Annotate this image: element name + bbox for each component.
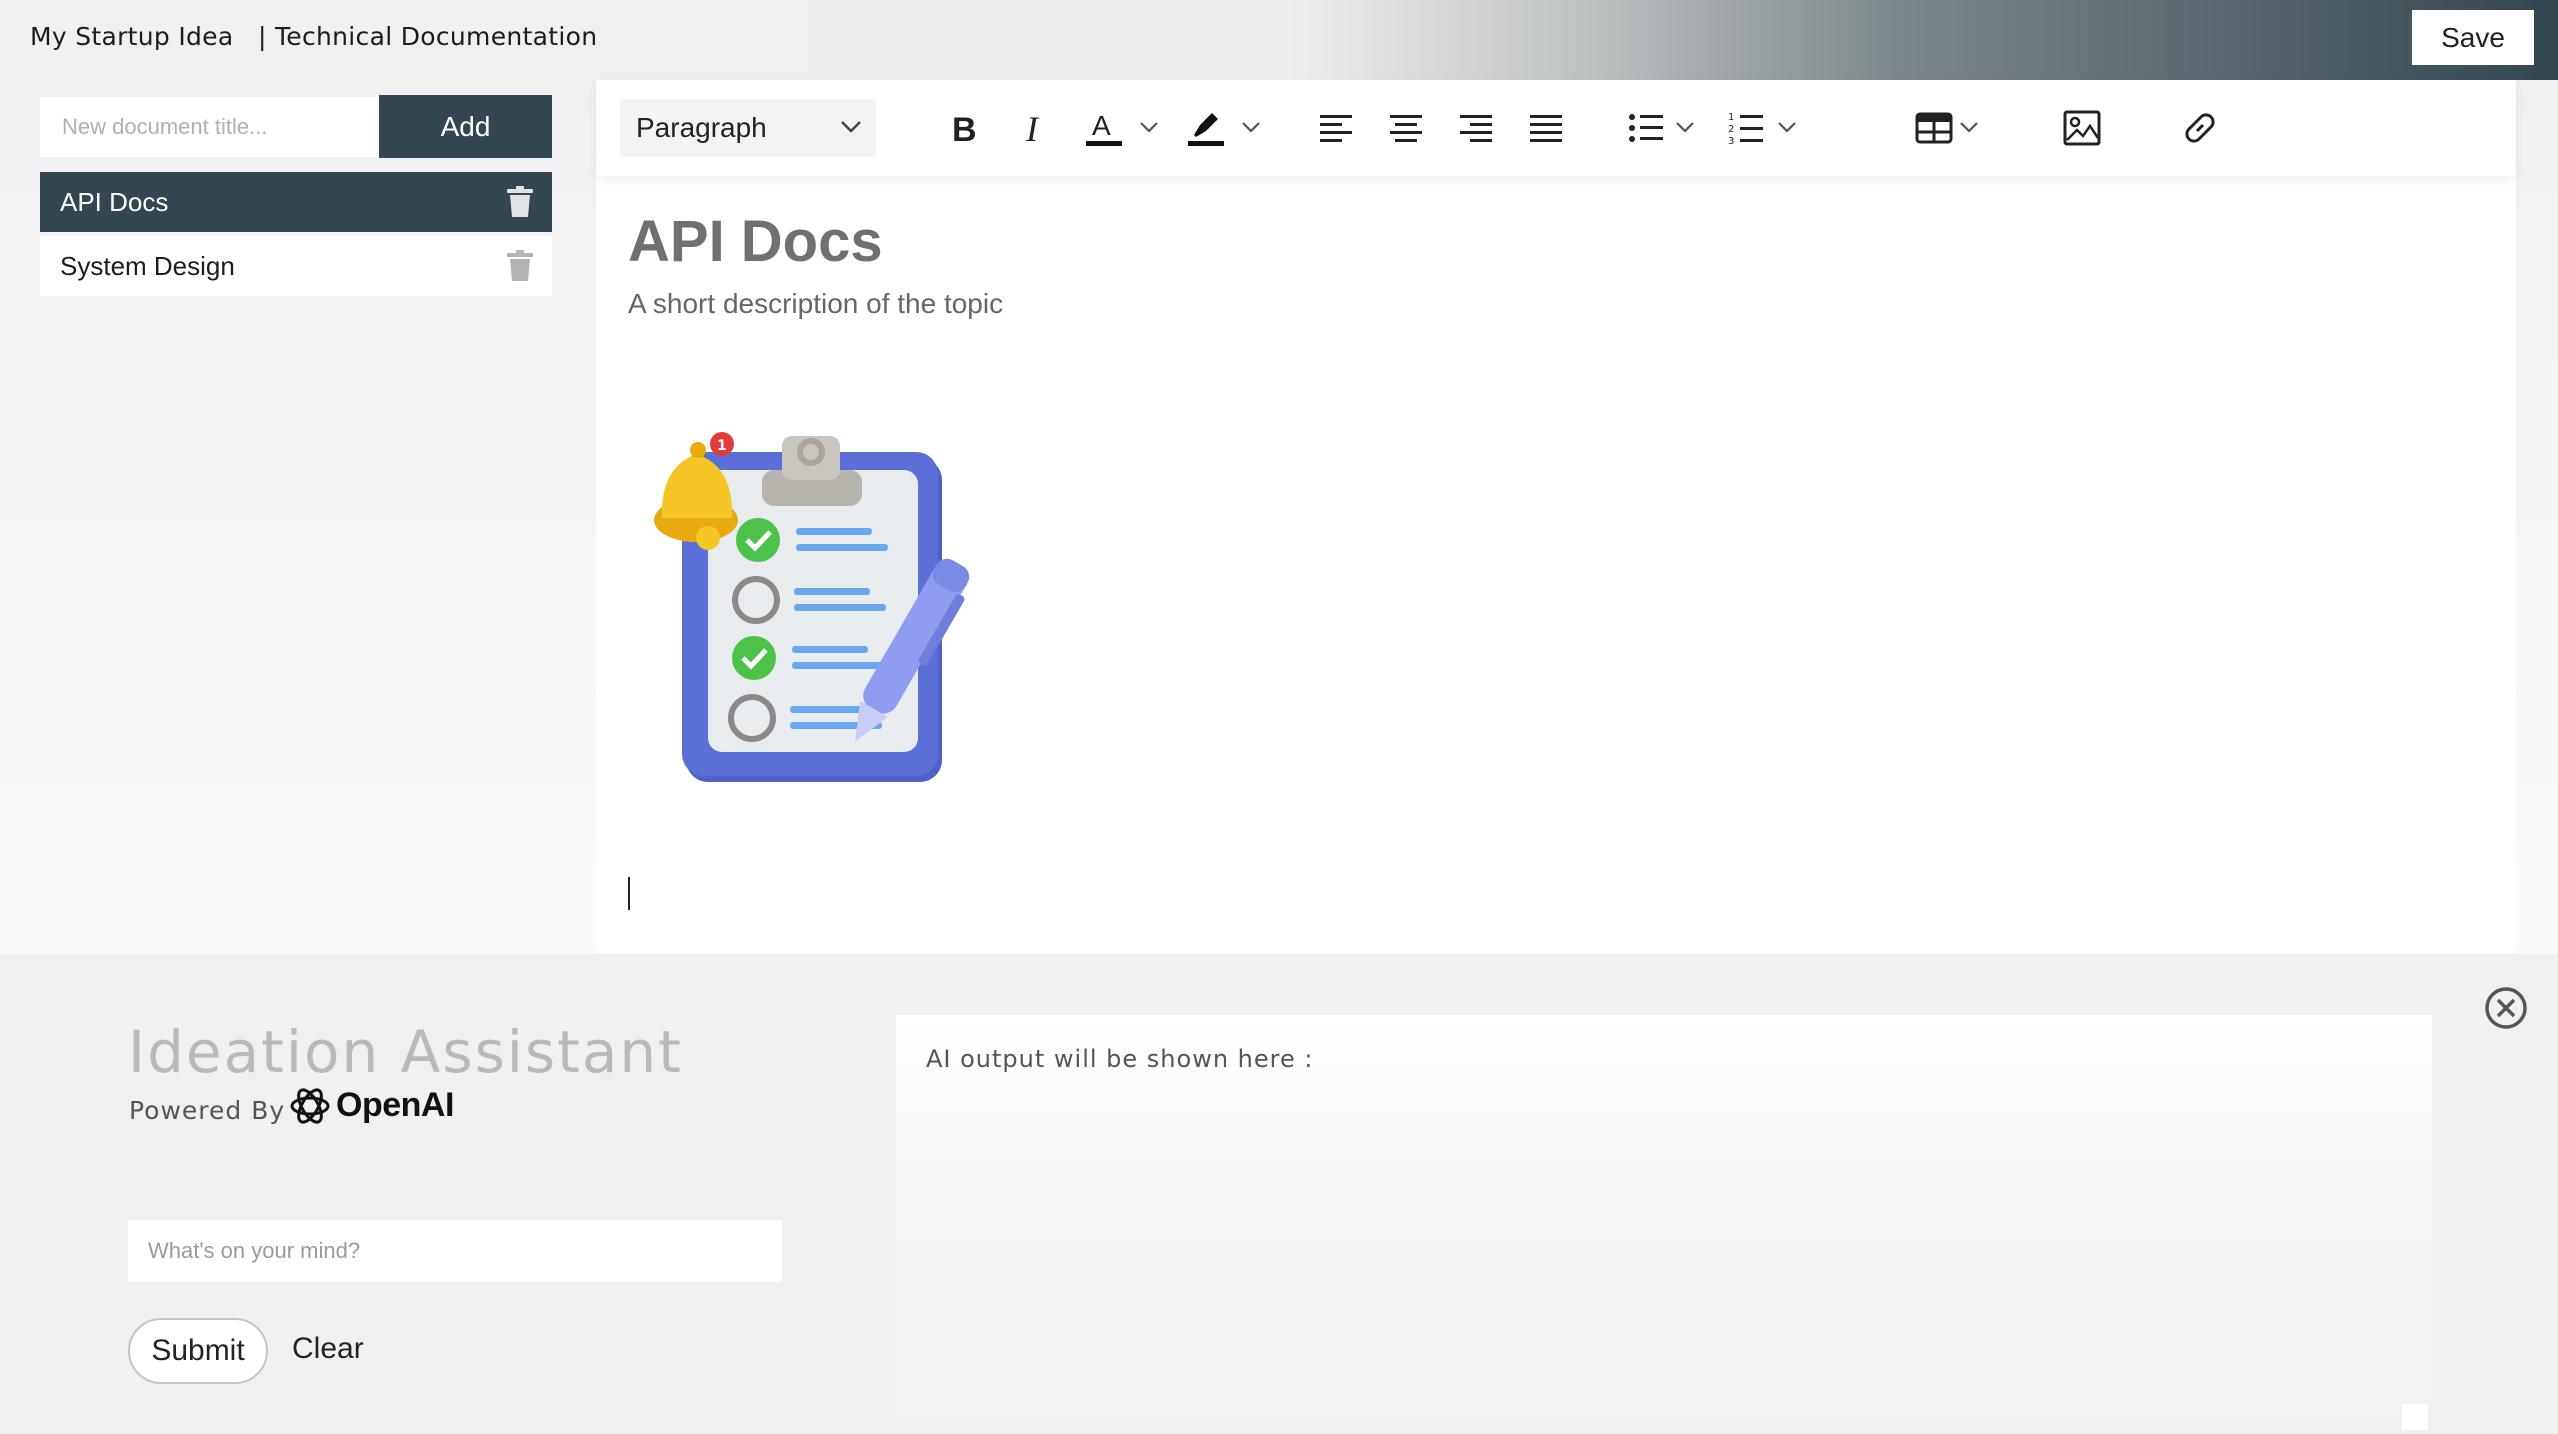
highlight-button[interactable] [1184,106,1228,150]
insert-link-button[interactable] [2178,106,2222,150]
link-icon [2185,113,2215,143]
svg-text:I: I [1025,111,1040,145]
align-justify-button[interactable] [1524,106,1568,150]
project-name: My Startup Idea [30,22,234,51]
save-button[interactable]: Save [2412,10,2534,65]
prompt-input[interactable] [128,1220,782,1282]
bullet-list-icon [1629,114,1663,142]
document-item-label: API Docs [60,186,169,217]
svg-text:2: 2 [1728,124,1734,135]
ai-output-area[interactable]: AI output will be shown here : [896,1015,2432,1434]
table-icon [1915,112,1953,144]
chevron-down-icon[interactable] [1138,116,1160,138]
align-right-button[interactable] [1454,106,1498,150]
editor-toolbar: Paragraph B I A 1 2 3 [596,80,2516,176]
submit-button[interactable]: Submit [128,1318,268,1384]
bold-button[interactable]: B [942,106,986,150]
clipboard-checklist-illustration: 1 [654,432,970,782]
trash-icon[interactable] [506,250,534,282]
trash-icon[interactable] [506,186,534,218]
text-cursor [628,877,630,910]
ai-output-placeholder: AI output will be shown here : [926,1045,1314,1073]
text-color-button[interactable]: A [1082,106,1126,150]
svg-text:A: A [1092,110,1111,141]
new-document-title-input[interactable] [40,97,379,157]
numbered-list-button[interactable]: 1 2 3 [1724,106,1768,150]
align-center-button[interactable] [1384,106,1428,150]
bold-icon: B [952,111,977,145]
align-left-button[interactable] [1314,106,1358,150]
align-justify-icon [1530,115,1562,142]
block-format-select[interactable]: Paragraph [620,99,876,157]
align-right-icon [1460,115,1492,142]
chevron-down-icon[interactable] [1240,116,1262,138]
align-center-icon [1390,115,1422,142]
add-document-button[interactable]: Add [379,95,552,158]
document-description[interactable]: A short description of the topic [628,288,1003,320]
doc-type-label: | Technical Documentation [258,22,598,51]
assistant-title: Ideation Assistant [128,1018,683,1086]
document-item-api-docs[interactable]: API Docs [40,172,552,232]
svg-text:1: 1 [717,438,727,454]
italic-icon: I [1025,111,1040,145]
highlight-icon [1188,113,1224,146]
ideation-assistant-panel: Ideation Assistant Powered By OpenAI Sub… [0,954,2558,1434]
document-item-system-design[interactable]: System Design [40,236,552,296]
svg-text:B: B [952,111,977,145]
image-icon [2063,110,2101,146]
text-color-icon: A [1086,110,1122,146]
numbered-list-icon: 1 2 3 [1728,112,1763,145]
chevron-down-icon[interactable] [1674,116,1696,138]
editor: Paragraph B I A 1 2 3 API Docs A short d… [596,80,2516,954]
align-left-icon [1320,115,1352,142]
clear-button[interactable]: Clear [292,1332,364,1366]
openai-wordmark: OpenAI [336,1086,454,1124]
chevron-down-icon[interactable] [1776,116,1798,138]
close-icon[interactable] [2484,986,2528,1030]
resize-handle[interactable] [2402,1404,2428,1430]
block-format-value: Paragraph [636,112,767,143]
chevron-down-icon [841,121,861,133]
svg-text:1: 1 [1728,112,1734,123]
document-item-label: System Design [60,250,235,281]
italic-button[interactable]: I [1012,106,1056,150]
powered-by-label: Powered By [129,1096,286,1125]
chevron-down-icon[interactable] [1958,116,1980,138]
insert-image-button[interactable] [2060,106,2104,150]
top-bar: My Startup Idea | Technical Documentatio… [0,0,2558,80]
openai-logo-icon [290,1088,330,1124]
bullet-list-button[interactable] [1624,106,1668,150]
svg-text:3: 3 [1728,136,1734,145]
table-button[interactable] [1912,106,1956,150]
document-title[interactable]: API Docs [628,208,883,275]
